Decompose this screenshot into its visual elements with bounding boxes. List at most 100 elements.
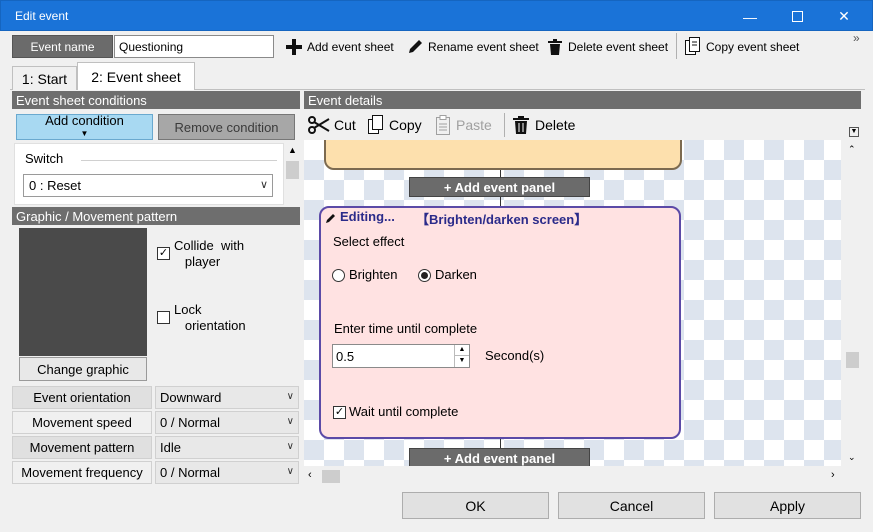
brighten-radio[interactable]	[332, 269, 345, 282]
ok-button[interactable]: OK	[402, 492, 549, 519]
event-name-label: Event name	[12, 35, 113, 58]
chevron-down-icon: ∨	[286, 416, 294, 427]
canvas-horizontal-scrollbar[interactable]: ‹ ›	[304, 468, 841, 485]
wait-until-complete-checkbox[interactable]: ✓	[333, 406, 346, 419]
scroll-up-icon[interactable]: ▲	[288, 145, 297, 155]
cut-label: Cut	[334, 117, 356, 133]
rename-event-sheet-button[interactable]: Rename event sheet	[406, 35, 539, 58]
add-event-sheet-button[interactable]: Add event sheet	[285, 35, 394, 58]
toolbar-overflow-icon[interactable]: »	[853, 31, 860, 45]
spin-up-icon[interactable]: ▲	[454, 345, 469, 356]
movement-frequency-value: 0 / Normal	[160, 465, 220, 480]
darken-label: Darken	[435, 267, 477, 282]
radio-selected-dot	[421, 272, 428, 279]
pencil-icon	[409, 39, 422, 53]
scroll-right-icon[interactable]: ›	[831, 469, 835, 481]
copy-icon	[368, 115, 383, 134]
scroll-thumb[interactable]	[286, 161, 299, 179]
remove-condition-button[interactable]: Remove condition	[158, 114, 295, 140]
chevron-down-icon: ∨	[286, 441, 294, 452]
scroll-left-icon[interactable]: ‹	[308, 469, 312, 481]
graphic-header: Graphic / Movement pattern	[12, 207, 300, 225]
event-name-input[interactable]	[114, 35, 274, 58]
event-orientation-select[interactable]: Downward ∨	[155, 386, 299, 409]
tab-start[interactable]: 1: Start	[12, 66, 77, 90]
minimize-button[interactable]: —	[727, 1, 773, 32]
chevron-down-icon: ∨	[286, 391, 294, 402]
collide-label: Collide with player	[174, 238, 245, 269]
chevron-down-icon: ∨	[286, 466, 294, 477]
movement-frequency-select[interactable]: 0 / Normal ∨	[155, 461, 299, 484]
paste-label: Paste	[456, 117, 492, 133]
add-condition-button[interactable]: Add condition ▼	[16, 114, 153, 140]
change-graphic-button[interactable]: Change graphic	[19, 357, 147, 381]
copy-event-sheet-label: Copy event sheet	[706, 39, 800, 54]
rename-event-sheet-label: Rename event sheet	[428, 39, 539, 54]
scroll-thumb[interactable]	[322, 470, 340, 483]
delete-event-sheet-button[interactable]: Delete event sheet	[546, 35, 668, 58]
tab-event-sheet[interactable]: 2: Event sheet	[77, 62, 195, 90]
event-panel-canvas: + Add event panel Editing... 【Brighten/d…	[304, 140, 841, 466]
editing-command: 【Brighten/darken screen】	[416, 212, 588, 227]
clipboard-icon	[436, 115, 450, 135]
chevron-down-icon: ∨	[259, 179, 268, 191]
delete-event-sheet-label: Delete event sheet	[568, 39, 669, 54]
plus-icon	[286, 38, 302, 55]
copy-icon	[685, 36, 700, 55]
graphic-preview[interactable]	[19, 228, 147, 356]
cut-button[interactable]: Cut	[308, 113, 356, 137]
event-orientation-label: Event orientation	[12, 386, 152, 409]
editing-title: Editing...	[340, 209, 395, 224]
movement-pattern-select[interactable]: Idle ∨	[155, 436, 299, 459]
apply-button[interactable]: Apply	[714, 492, 861, 519]
wait-until-complete-label: Wait until complete	[349, 404, 459, 419]
delete-button[interactable]: Delete	[511, 113, 575, 137]
conditions-scrollbar[interactable]: ▲	[284, 143, 301, 205]
scroll-thumb[interactable]	[846, 352, 859, 368]
movement-speed-label: Movement speed	[12, 411, 152, 434]
switch-label: Switch	[25, 151, 64, 166]
editing-event-panel[interactable]: Editing... 【Brighten/darken screen】 Sele…	[319, 206, 681, 439]
event-details-header: Event details	[304, 91, 861, 109]
time-value: 0.5	[336, 349, 355, 364]
brighten-label: Brighten	[349, 267, 398, 282]
movement-speed-select[interactable]: 0 / Normal ∨	[155, 411, 299, 434]
cancel-button[interactable]: Cancel	[558, 492, 705, 519]
movement-pattern-label: Movement pattern	[12, 436, 152, 459]
dropdown-arrow-icon: ▼	[80, 129, 89, 138]
copy-button[interactable]: Copy	[367, 113, 422, 137]
close-button[interactable]: ✕	[821, 1, 867, 32]
scissors-icon	[308, 116, 330, 134]
movement-pattern-value: Idle	[160, 440, 181, 455]
switch-select[interactable]: 0 : Reset ∨	[23, 174, 273, 197]
previous-event-panel[interactable]	[324, 140, 682, 170]
maximize-button[interactable]	[774, 1, 820, 32]
trash-icon	[513, 116, 529, 134]
conditions-header: Event sheet conditions	[12, 91, 300, 109]
event-orientation-value: Downward	[160, 390, 222, 405]
collide-checkbox[interactable]: ✓	[157, 247, 170, 260]
title-bar: Edit event — ✕	[0, 0, 873, 31]
add-event-panel-button[interactable]: + Add event panel	[409, 177, 590, 197]
switch-value: 0 : Reset	[29, 178, 82, 193]
conditions-list: Switch 0 : Reset ∨	[14, 143, 284, 205]
delete-label: Delete	[535, 117, 576, 133]
window-title: Edit event	[15, 9, 69, 23]
spin-down-icon[interactable]: ▼	[454, 356, 469, 367]
copy-event-sheet-button[interactable]: Copy event sheet	[684, 35, 799, 58]
scroll-up-icon[interactable]: ⌃	[848, 144, 856, 155]
pencil-icon	[326, 214, 335, 223]
canvas-vertical-scrollbar[interactable]: ⌃ ⌄	[844, 140, 861, 466]
time-unit-label: Second(s)	[485, 348, 545, 363]
paste-button[interactable]: Paste	[434, 113, 492, 137]
switch-group-line	[81, 160, 277, 161]
time-spinner[interactable]: 0.5 ▲ ▼	[332, 344, 470, 368]
darken-radio[interactable]	[418, 269, 431, 282]
movement-frequency-label: Movement frequency	[12, 461, 152, 484]
details-toolbar-overflow-icon[interactable]: ▼	[849, 127, 859, 137]
select-effect-label: Select effect	[333, 234, 405, 249]
lock-orientation-checkbox[interactable]	[157, 311, 170, 324]
add-event-panel-button-bottom[interactable]: + Add event panel	[409, 448, 590, 466]
scroll-down-icon[interactable]: ⌄	[848, 452, 856, 463]
copy-label: Copy	[389, 117, 422, 133]
